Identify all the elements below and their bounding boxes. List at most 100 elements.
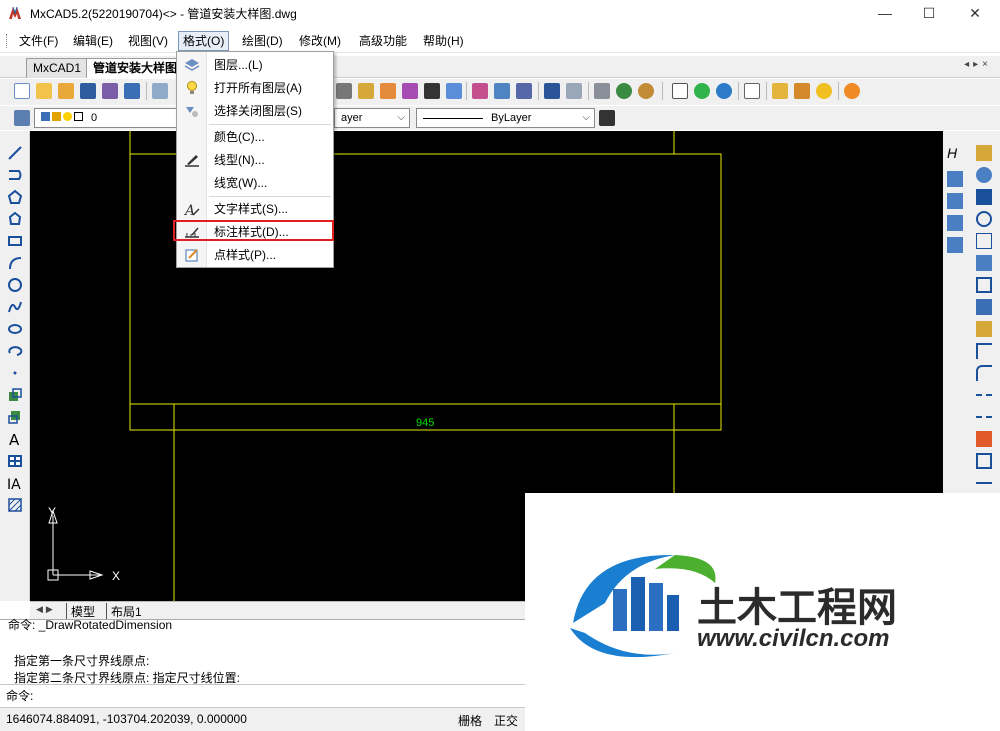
menu-edit[interactable]: 编辑(E) xyxy=(69,31,117,51)
zoom-extents-icon[interactable] xyxy=(638,83,654,99)
scale-icon[interactable] xyxy=(976,233,992,249)
table-icon[interactable] xyxy=(7,453,23,469)
arc-icon[interactable] xyxy=(7,255,23,271)
save-icon[interactable] xyxy=(80,83,96,99)
text-icon[interactable]: A xyxy=(7,431,23,447)
spline-icon[interactable] xyxy=(7,299,23,315)
globe-icon[interactable] xyxy=(716,83,732,99)
zoom-icon[interactable] xyxy=(152,83,168,99)
point-icon[interactable] xyxy=(7,365,23,381)
undo-icon[interactable] xyxy=(544,83,560,99)
lineweight-icon[interactable] xyxy=(599,110,615,126)
open-file-icon[interactable] xyxy=(36,83,52,99)
menu-item-color[interactable]: 颜色(C)... xyxy=(178,126,332,148)
rotate-icon[interactable] xyxy=(976,211,992,227)
polyline-icon[interactable] xyxy=(7,167,23,183)
lineweight-select[interactable]: ByLayer ⌵ xyxy=(416,108,595,128)
camera-icon[interactable] xyxy=(672,83,688,99)
draw-pen-icon[interactable] xyxy=(794,83,810,99)
pentagon-icon[interactable] xyxy=(7,211,23,227)
menu-draw[interactable]: 绘图(D) xyxy=(238,31,287,51)
block-icon[interactable] xyxy=(516,83,532,99)
bring-front-icon[interactable] xyxy=(947,193,963,209)
stretch-icon[interactable] xyxy=(976,255,992,271)
menu-item-open-all-layers[interactable]: 打开所有图层(A) xyxy=(178,77,332,99)
chamfer-icon[interactable] xyxy=(976,365,992,381)
polygon-icon[interactable] xyxy=(7,189,23,205)
close-button[interactable]: ✕ xyxy=(952,0,998,26)
properties-icon[interactable] xyxy=(446,83,462,99)
menu-view[interactable]: 视图(V) xyxy=(124,31,172,51)
menu-help[interactable]: 帮助(H) xyxy=(419,31,468,51)
trim-icon[interactable] xyxy=(976,394,992,410)
ellipse-arc-icon[interactable] xyxy=(7,343,23,359)
array-icon[interactable] xyxy=(976,277,992,293)
mtext-icon[interactable]: IA xyxy=(7,475,23,491)
minimize-button[interactable]: — xyxy=(862,0,908,26)
linetype-select[interactable]: ayer ⌵ xyxy=(334,108,410,128)
rectangle-icon[interactable] xyxy=(7,233,23,249)
ucs-x-label: X xyxy=(112,569,121,583)
insert-block-icon[interactable] xyxy=(7,387,23,403)
linetype-icon[interactable] xyxy=(424,83,440,99)
send-back-icon[interactable] xyxy=(947,215,963,231)
fillet-icon[interactable] xyxy=(976,343,992,359)
menu-item-linetype[interactable]: 线型(N)... xyxy=(178,149,332,171)
tab-scroll-arrows[interactable]: ◂▸× xyxy=(964,59,992,70)
open-folder-icon[interactable] xyxy=(58,83,74,99)
menu-item-text-style[interactable]: A 文字样式(S)... xyxy=(178,198,332,220)
copy-layer-icon[interactable] xyxy=(947,171,963,187)
hatch-icon[interactable] xyxy=(7,497,23,513)
chat-icon[interactable] xyxy=(694,83,710,99)
explode-icon[interactable] xyxy=(976,431,992,447)
make-block-icon[interactable] xyxy=(7,409,23,425)
layer-select[interactable]: 0 xyxy=(34,108,177,128)
zoom-window-icon[interactable] xyxy=(616,83,632,99)
menu-format[interactable]: 格式(O) xyxy=(178,31,230,51)
command-input[interactable]: 命令: xyxy=(0,684,525,706)
menu-modify[interactable]: 修改(M) xyxy=(295,31,345,51)
plugin-icon[interactable] xyxy=(844,83,860,99)
pan-icon[interactable] xyxy=(594,83,610,99)
move-arrows-icon[interactable] xyxy=(976,189,992,205)
print-icon[interactable] xyxy=(102,83,118,99)
line-icon[interactable] xyxy=(7,145,23,161)
mirror-icon[interactable] xyxy=(976,299,992,315)
ortho-toggle[interactable]: 正交 xyxy=(494,712,518,729)
tab-drawing[interactable]: 管道安装大样图 xyxy=(86,58,185,78)
offset-icon[interactable] xyxy=(976,321,992,337)
menu-item-lineweight[interactable]: 线宽(W)... xyxy=(178,172,332,194)
circle-icon[interactable] xyxy=(7,277,23,293)
menu-grip xyxy=(6,34,8,48)
find-icon[interactable] xyxy=(744,83,760,99)
pencil-icon[interactable] xyxy=(358,83,374,99)
measure-icon[interactable] xyxy=(772,83,788,99)
layout-scroll-arrows[interactable]: ◀▶ xyxy=(36,604,56,615)
star-icon[interactable] xyxy=(816,83,832,99)
save-as-icon[interactable] xyxy=(124,83,140,99)
menu-file[interactable]: 文件(F) xyxy=(15,31,62,51)
palette-icon[interactable] xyxy=(380,83,396,99)
brush-icon[interactable] xyxy=(494,83,510,99)
match-prop-icon[interactable] xyxy=(472,83,488,99)
menu-item-layer[interactable]: 图层...(L) xyxy=(178,54,332,76)
erase-icon[interactable] xyxy=(976,145,992,161)
menu-advanced[interactable]: 高级功能 xyxy=(355,31,411,51)
tab-mxcad1[interactable]: MxCAD1 xyxy=(26,58,89,78)
dim-linear-icon[interactable]: H xyxy=(947,145,963,161)
svg-text:A: A xyxy=(9,431,20,447)
new-file-icon[interactable] xyxy=(14,83,30,99)
move-icon[interactable] xyxy=(336,83,352,99)
extend-icon[interactable] xyxy=(976,416,992,432)
layers-color-icon[interactable] xyxy=(402,83,418,99)
break-icon[interactable] xyxy=(976,453,992,469)
menu-item-point-style[interactable]: 点样式(P)... xyxy=(178,244,332,266)
grid-toggle[interactable]: 栅格 xyxy=(458,712,482,729)
layer-manager-icon[interactable] xyxy=(14,110,30,126)
redo-icon[interactable] xyxy=(566,83,582,99)
draw-order-icon[interactable] xyxy=(947,237,963,253)
copy-icon[interactable] xyxy=(976,167,992,183)
maximize-button[interactable]: ☐ xyxy=(906,0,952,26)
menu-item-select-close-layer[interactable]: 选择关闭图层(S) xyxy=(178,100,332,122)
ellipse-icon[interactable] xyxy=(7,321,23,337)
